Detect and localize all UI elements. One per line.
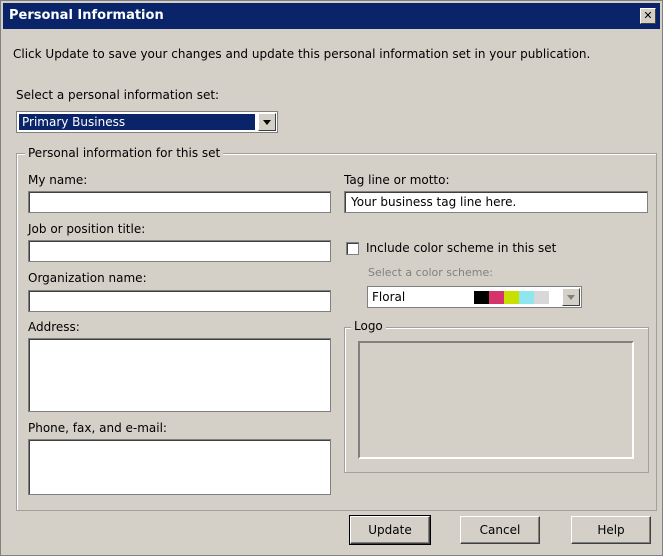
help-button[interactable]: Help — [571, 516, 651, 544]
personal-information-dialog: Personal Information ✕ Click Update to s… — [0, 0, 663, 556]
group-legend: Personal information for this set — [25, 146, 224, 160]
close-button[interactable]: ✕ — [640, 8, 656, 24]
personal-info-set-select[interactable]: Primary Business — [16, 111, 278, 133]
logo-legend: Logo — [351, 319, 386, 333]
address-label: Address: — [28, 320, 80, 334]
address-field[interactable] — [28, 338, 331, 412]
tagline-label: Tag line or motto: — [344, 173, 450, 187]
dialog-title: Personal Information — [9, 8, 164, 23]
logo-area[interactable] — [358, 341, 634, 459]
color-scheme-select[interactable]: Floral — [367, 286, 582, 308]
my-name-field[interactable] — [28, 191, 331, 213]
update-button[interactable]: Update — [349, 515, 431, 545]
job-title-field[interactable] — [28, 240, 331, 262]
chevron-down-icon[interactable] — [258, 113, 276, 131]
color-swatch — [474, 291, 489, 304]
color-swatch — [519, 291, 534, 304]
tagline-value: Your business tag line here. — [351, 195, 517, 209]
set-select-label: Select a personal information set: — [16, 88, 220, 102]
instructions-text: Click Update to save your changes and up… — [13, 47, 591, 61]
tagline-field[interactable]: Your business tag line here. — [344, 191, 648, 213]
organization-label: Organization name: — [28, 271, 147, 285]
color-swatch — [504, 291, 519, 304]
job-title-label: Job or position title: — [28, 222, 146, 236]
title-bar: Personal Information ✕ — [3, 3, 660, 29]
close-icon: ✕ — [643, 9, 653, 22]
phone-fax-email-field[interactable] — [28, 439, 331, 495]
phone-label: Phone, fax, and e-mail: — [28, 421, 167, 435]
include-color-scheme-label[interactable]: Include color scheme in this set — [366, 241, 556, 255]
color-swatch — [534, 291, 549, 304]
set-select-value: Primary Business — [19, 114, 255, 130]
color-swatch — [489, 291, 504, 304]
organization-field[interactable] — [28, 290, 331, 312]
chevron-down-icon[interactable] — [562, 288, 580, 306]
cancel-button[interactable]: Cancel — [460, 516, 540, 544]
color-scheme-value: Floral — [372, 290, 406, 304]
include-color-scheme-checkbox[interactable] — [346, 242, 359, 255]
my-name-label: My name: — [28, 173, 88, 187]
color-scheme-label: Select a color scheme: — [368, 266, 493, 279]
